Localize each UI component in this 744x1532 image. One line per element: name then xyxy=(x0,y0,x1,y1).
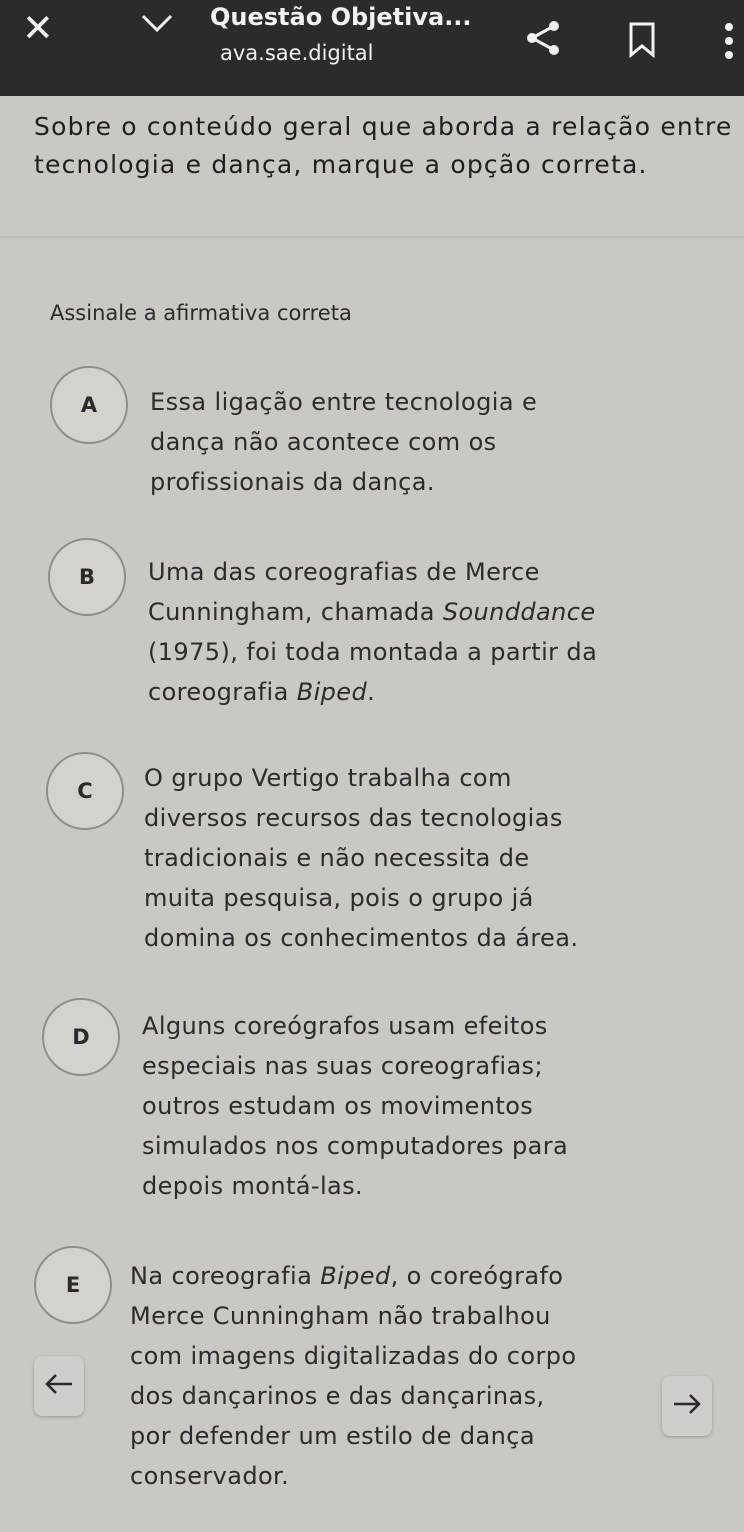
option-text: Essa ligação entre tecnologia e dança nã… xyxy=(150,382,537,502)
more-vert-icon[interactable] xyxy=(724,22,734,64)
next-button[interactable] xyxy=(662,1376,712,1436)
option-line: simulados nos computadores para xyxy=(142,1132,569,1160)
option-line: depois montá-las. xyxy=(142,1172,364,1200)
option-text: Uma das coreografias de Merce Cunningham… xyxy=(148,552,597,712)
option-line: conservador. xyxy=(130,1462,290,1490)
option-line: Alguns coreógrafos usam efeitos xyxy=(142,1012,548,1040)
page-url[interactable]: ava.sae.digital xyxy=(220,38,374,68)
question-statement: Sobre o conteúdo geral que aborda a rela… xyxy=(34,112,733,179)
option-line: O grupo Vertigo trabalha com xyxy=(144,764,512,792)
option-line: diversos recursos das tecnologias xyxy=(144,804,563,832)
chevron-down-icon[interactable] xyxy=(140,12,174,38)
option-line: Merce Cunningham não trabalhou xyxy=(130,1302,551,1330)
option-line: domina os conhecimentos da área. xyxy=(144,924,579,952)
browser-top-bar: ✕ Questão Objetiva... ava.sae.digital xyxy=(0,0,744,96)
option-line: com imagens digitalizadas do corpo xyxy=(130,1342,577,1370)
option-letter[interactable]: E xyxy=(34,1246,112,1324)
option-line: outros estudam os movimentos xyxy=(142,1092,534,1120)
option-letter[interactable]: A xyxy=(50,366,128,444)
option-line: dos dançarinos e das dançarinas, xyxy=(130,1382,545,1410)
option-line: Uma das coreografias de Merce xyxy=(148,558,540,586)
option-line: coreografia Biped. xyxy=(148,678,376,706)
option-line: tradicionais e não necessita de xyxy=(144,844,530,872)
option-line: dança não acontece com os xyxy=(150,428,497,456)
divider xyxy=(0,236,744,238)
option-line: por defender um estilo de dança xyxy=(130,1422,535,1450)
option-text: Alguns coreógrafos usam efeitos especiai… xyxy=(142,1006,568,1206)
prev-button[interactable] xyxy=(34,1356,84,1416)
arrow-left-icon xyxy=(44,1373,74,1399)
option-line: Cunningham, chamada Sounddance xyxy=(148,598,596,626)
option-text: O grupo Vertigo trabalha com diversos re… xyxy=(144,758,578,958)
question-instruction: Assinale a afirmativa correta xyxy=(50,301,352,325)
page-title: Questão Objetiva... xyxy=(210,3,472,31)
option-letter[interactable]: D xyxy=(42,998,120,1076)
option-line: muita pesquisa, pois o grupo já xyxy=(144,884,534,912)
bookmark-icon[interactable] xyxy=(628,22,656,62)
option-line: Na coreografia Biped, o coreógrafo xyxy=(130,1262,564,1290)
option-text: Na coreografia Biped, o coreógrafo Merce… xyxy=(130,1256,576,1496)
arrow-right-icon xyxy=(672,1393,702,1419)
option-line: profissionais da dança. xyxy=(150,468,435,496)
share-icon[interactable] xyxy=(524,18,564,62)
option-letter[interactable]: C xyxy=(46,752,124,830)
option-line: (1975), foi toda montada a partir da xyxy=(148,638,598,666)
option-letter[interactable]: B xyxy=(48,538,126,616)
option-line: especiais nas suas coreografias; xyxy=(142,1052,543,1080)
option-line: Essa ligação entre tecnologia e xyxy=(150,388,538,416)
close-icon[interactable]: ✕ xyxy=(22,8,54,48)
